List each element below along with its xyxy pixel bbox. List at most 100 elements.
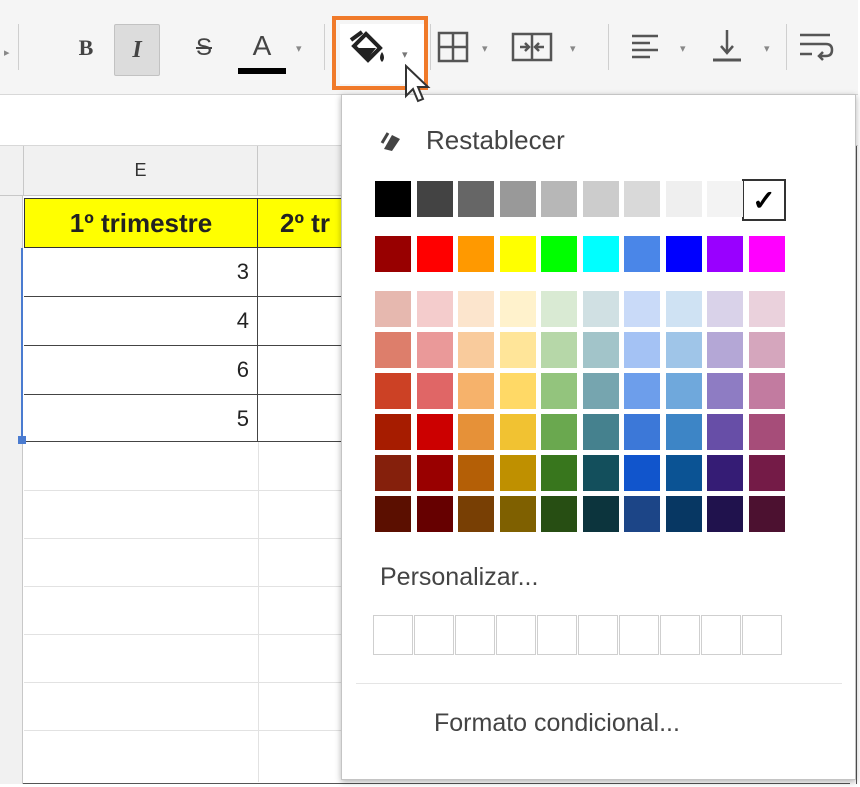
align-dropdown-icon[interactable]: ▾ [680, 42, 686, 55]
align-left-icon[interactable] [628, 30, 662, 64]
shade-swatch[interactable] [665, 496, 702, 532]
shade-swatch[interactable] [375, 496, 411, 532]
bright-swatch[interactable] [707, 236, 743, 272]
header-cell-1-trimestre[interactable]: 1º trimestre [24, 198, 258, 248]
shade-swatch[interactable] [375, 373, 411, 409]
custom-color-slot[interactable] [742, 615, 782, 655]
shade-swatch[interactable] [416, 496, 453, 532]
shade-swatch[interactable] [541, 414, 577, 450]
shade-swatch[interactable] [375, 414, 411, 450]
bright-swatch[interactable] [541, 236, 577, 272]
shade-swatch[interactable] [748, 496, 785, 532]
shade-swatch[interactable] [541, 332, 577, 368]
shade-swatch[interactable] [582, 332, 619, 368]
bold-button[interactable]: B [68, 28, 104, 68]
shade-swatch[interactable] [748, 414, 785, 450]
shade-swatch[interactable] [458, 414, 494, 450]
shade-swatch[interactable] [707, 332, 743, 368]
shade-swatch[interactable] [458, 291, 494, 327]
gray-swatch[interactable] [624, 181, 660, 217]
shade-swatch[interactable] [748, 455, 785, 491]
chevron-down-icon[interactable]: ▸ [4, 46, 10, 59]
shade-swatch[interactable] [665, 414, 702, 450]
shade-swatch[interactable] [499, 373, 536, 409]
merge-cells-icon[interactable] [510, 30, 554, 64]
bright-swatch[interactable] [665, 236, 702, 272]
shade-swatch[interactable] [541, 373, 577, 409]
shade-swatch[interactable] [416, 455, 453, 491]
shade-swatch[interactable] [499, 455, 536, 491]
bright-swatch[interactable] [624, 236, 660, 272]
italic-button[interactable]: I [114, 24, 160, 76]
shade-swatch[interactable] [624, 291, 660, 327]
custom-color-slot[interactable] [373, 615, 413, 655]
shade-swatch[interactable] [624, 332, 660, 368]
custom-color-slot[interactable] [701, 615, 741, 655]
bright-swatch[interactable] [748, 236, 785, 272]
shade-swatch[interactable] [416, 373, 453, 409]
gray-swatch[interactable] [458, 181, 494, 217]
bright-swatch[interactable] [499, 236, 536, 272]
shade-swatch[interactable] [458, 496, 494, 532]
shade-swatch[interactable] [458, 455, 494, 491]
shade-swatch[interactable] [582, 496, 619, 532]
shade-swatch[interactable] [458, 373, 494, 409]
column-header-e[interactable]: E [24, 146, 258, 196]
shade-swatch[interactable] [499, 496, 536, 532]
shade-swatch[interactable] [665, 455, 702, 491]
shade-swatch[interactable] [748, 332, 785, 368]
gray-swatch[interactable] [416, 181, 453, 217]
shade-swatch[interactable] [707, 373, 743, 409]
gray-swatch[interactable] [375, 181, 411, 217]
borders-icon[interactable] [436, 30, 470, 64]
value-cell[interactable]: 4 [24, 297, 258, 346]
value-cell[interactable]: 3 [24, 248, 258, 297]
gray-swatch[interactable] [707, 181, 743, 217]
shade-swatch[interactable] [375, 332, 411, 368]
bright-swatch[interactable] [375, 236, 411, 272]
custom-color-slot[interactable] [578, 615, 618, 655]
borders-dropdown-icon[interactable]: ▾ [482, 42, 488, 55]
shade-swatch[interactable] [582, 373, 619, 409]
shade-swatch[interactable] [416, 332, 453, 368]
shade-swatch[interactable] [624, 373, 660, 409]
shade-swatch[interactable] [665, 291, 702, 327]
gray-swatch[interactable] [665, 181, 702, 217]
shade-swatch[interactable] [624, 455, 660, 491]
custom-color-slot[interactable] [414, 615, 454, 655]
gray-swatch[interactable] [582, 181, 619, 217]
shade-swatch[interactable] [624, 414, 660, 450]
shade-swatch[interactable] [541, 291, 577, 327]
shade-swatch[interactable] [707, 414, 743, 450]
merge-dropdown-icon[interactable]: ▾ [570, 42, 576, 55]
custom-color-slot[interactable] [455, 615, 495, 655]
value-cell[interactable]: 5 [24, 395, 258, 442]
shade-swatch[interactable] [541, 496, 577, 532]
shade-swatch[interactable] [375, 291, 411, 327]
custom-color-slot[interactable] [619, 615, 659, 655]
strikethrough-button[interactable]: S [186, 28, 222, 68]
text-color-dropdown-icon[interactable]: ▾ [296, 42, 302, 55]
shade-swatch[interactable] [582, 455, 619, 491]
bright-swatch[interactable] [458, 236, 494, 272]
shade-swatch[interactable] [499, 332, 536, 368]
shade-swatch[interactable] [416, 291, 453, 327]
gray-swatch[interactable] [541, 181, 577, 217]
text-color-button[interactable]: A [236, 26, 288, 76]
custom-color-slot[interactable] [496, 615, 536, 655]
vertical-align-bottom-icon[interactable] [710, 26, 744, 66]
gray-swatch[interactable] [499, 181, 536, 217]
bright-swatch[interactable] [416, 236, 453, 272]
shade-swatch[interactable] [748, 373, 785, 409]
shade-swatch[interactable] [416, 414, 453, 450]
shade-swatch[interactable] [748, 291, 785, 327]
value-cell[interactable]: 6 [24, 346, 258, 395]
shade-swatch[interactable] [582, 414, 619, 450]
selection-fill-handle[interactable] [18, 436, 26, 444]
valign-dropdown-icon[interactable]: ▾ [764, 42, 770, 55]
shade-swatch[interactable] [624, 496, 660, 532]
shade-swatch[interactable] [458, 332, 494, 368]
shade-swatch[interactable] [499, 291, 536, 327]
text-wrap-icon[interactable] [796, 30, 836, 66]
shade-swatch[interactable] [499, 414, 536, 450]
